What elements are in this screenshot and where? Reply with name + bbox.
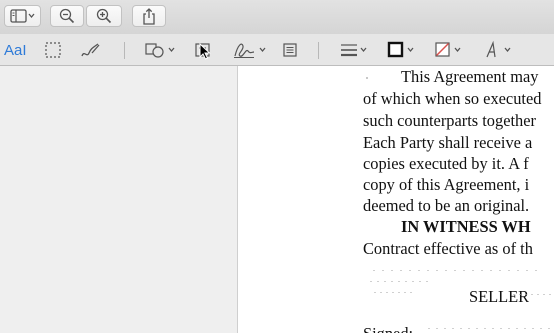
font-icon: [486, 40, 511, 58]
zoom-out-button[interactable]: [50, 5, 84, 27]
sign-icon: [234, 43, 266, 58]
document-page[interactable]: This Agreement may of which when so exec…: [238, 66, 554, 333]
doc-heading: IN WITNESS WH: [401, 217, 531, 236]
zoom-in-icon: [96, 8, 112, 24]
text-style-button[interactable]: AaI: [4, 38, 27, 62]
sign-button[interactable]: [232, 38, 270, 62]
sidebar-icon: [9, 9, 34, 23]
rect-selection-button[interactable]: [44, 38, 62, 62]
font-button[interactable]: [484, 38, 516, 62]
scan-speck: [374, 292, 414, 293]
doc-line: such counterparts together: [363, 111, 536, 130]
scan-speck: [370, 281, 430, 282]
doc-line: copy of this Agreement, i: [363, 175, 530, 194]
doc-line: of which when so executed: [363, 89, 542, 108]
doc-line: Contract effective as of th: [363, 239, 533, 258]
doc-line: copies executed by it. A f: [363, 154, 529, 173]
scan-speck: [513, 294, 553, 295]
fill-color-icon: [435, 42, 461, 57]
shape-style-icon: [341, 44, 367, 57]
doc-line: This Agreement may: [401, 67, 539, 86]
zoom-in-button[interactable]: [86, 5, 122, 27]
sidebar-toggle-button[interactable]: [4, 5, 41, 27]
window-toolbar: [0, 0, 554, 34]
doc-seller-label: SELLER: [469, 287, 530, 306]
doc-line: deemed to be an original.: [363, 196, 530, 215]
doc-line: Each Party shall receive a: [363, 133, 533, 152]
share-icon: [143, 7, 155, 25]
rect-selection-icon: [45, 42, 61, 58]
border-color-button[interactable]: [387, 38, 417, 62]
scan-speck: [428, 328, 553, 329]
mouse-cursor-icon: [199, 43, 211, 60]
markup-toolbar: AaI: [0, 34, 554, 66]
shapes-button[interactable]: [145, 38, 179, 62]
scan-speck: [366, 77, 368, 79]
scan-speck: [373, 270, 543, 271]
sketch-icon: [81, 43, 100, 57]
share-button[interactable]: [132, 5, 166, 27]
fill-color-button[interactable]: [434, 38, 464, 62]
border-color-icon: [387, 41, 414, 58]
note-button[interactable]: [282, 38, 298, 62]
doc-signed-label: Signed:: [363, 324, 413, 333]
sketch-button[interactable]: [80, 38, 102, 62]
zoom-out-icon: [59, 8, 75, 24]
shape-style-button[interactable]: [340, 38, 370, 62]
text-style-icon: AaI: [4, 41, 27, 59]
note-icon: [283, 43, 297, 57]
toolbar-divider: [318, 42, 319, 59]
toolbar-divider: [124, 42, 125, 59]
sidebar-pane: [0, 66, 238, 333]
shapes-icon: [145, 43, 175, 58]
